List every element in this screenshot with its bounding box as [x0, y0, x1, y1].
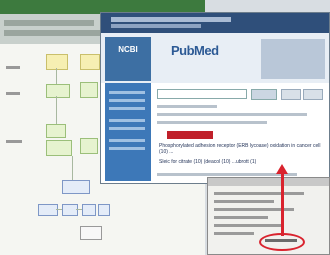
annotation-arrow — [281, 172, 284, 236]
diagram-node[interactable] — [80, 138, 98, 154]
ncbi-logo[interactable]: NCBI — [105, 37, 151, 81]
annotation-circle — [259, 233, 305, 251]
diagram-node[interactable] — [46, 54, 68, 70]
diagram-label — [6, 140, 22, 143]
text-line — [157, 105, 217, 108]
diagram-connector — [56, 68, 57, 84]
pubmed-logo[interactable]: PubMed — [171, 43, 219, 58]
go-button[interactable] — [251, 89, 277, 100]
pubmed-browser-window: NCBI PubMed Phosphorylated adhesion rece… — [100, 12, 330, 184]
terminal-line — [214, 232, 254, 235]
search-row — [157, 89, 325, 100]
diagram-node[interactable] — [82, 204, 96, 216]
diagram-connector — [72, 156, 73, 180]
sidebar-link[interactable] — [109, 99, 145, 102]
header-banner-image — [261, 39, 325, 79]
diagram-node[interactable] — [98, 204, 110, 216]
diagram-node[interactable] — [46, 140, 72, 156]
terminal-line — [214, 216, 268, 219]
diagram-node[interactable] — [46, 84, 70, 98]
browser-address-bar[interactable] — [111, 24, 201, 28]
sidebar-link[interactable] — [109, 107, 145, 110]
sidebar-link[interactable] — [109, 91, 145, 94]
option-button[interactable] — [281, 89, 301, 100]
citation-2[interactable]: Sleic for citrate (10) (deacol (10) ...u… — [159, 159, 324, 165]
highlight-button[interactable] — [167, 131, 213, 139]
diagram-node[interactable] — [80, 54, 100, 70]
diagram-node[interactable] — [62, 204, 78, 216]
pubmed-sidebar — [105, 83, 151, 181]
browser-title-bar — [101, 13, 329, 33]
terminal-line — [214, 224, 284, 227]
sidebar-link[interactable] — [109, 147, 145, 150]
terminal-line — [214, 192, 304, 195]
sidebar-link[interactable] — [109, 119, 145, 122]
citation-1[interactable]: Phosphorylated adhesion receptor (ERB ly… — [159, 143, 324, 155]
diagram-node[interactable] — [62, 180, 90, 194]
diagram-node[interactable] — [80, 226, 102, 240]
diagram-connector — [56, 209, 62, 210]
diagram-label — [6, 92, 20, 95]
browser-menu-bar[interactable] — [111, 17, 231, 22]
toolbar-row[interactable] — [4, 20, 94, 26]
text-line — [157, 113, 307, 116]
sidebar-link[interactable] — [109, 127, 145, 130]
diagram-label — [6, 66, 20, 69]
text-line — [157, 121, 267, 124]
option-button[interactable] — [303, 89, 323, 100]
diagram-node[interactable] — [80, 82, 98, 98]
diagram-connector — [76, 209, 82, 210]
terminal-line — [214, 200, 274, 203]
diagram-connector — [56, 96, 57, 124]
diagram-node[interactable] — [46, 124, 66, 138]
sidebar-link[interactable] — [109, 139, 145, 142]
search-input[interactable] — [157, 89, 247, 99]
diagram-node[interactable] — [38, 204, 58, 216]
terminal-title-bar — [208, 178, 329, 186]
